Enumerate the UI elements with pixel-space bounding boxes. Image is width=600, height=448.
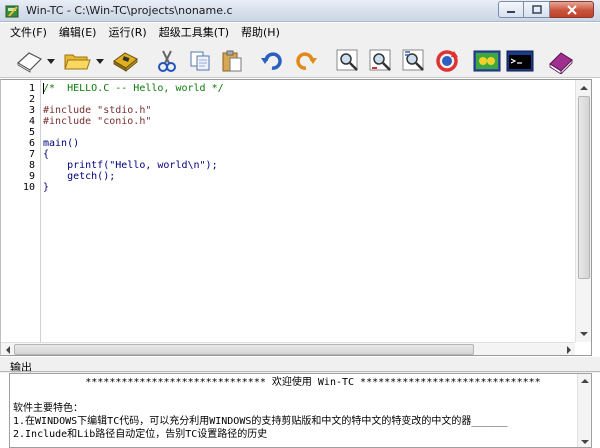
line-number: 3 [28, 105, 35, 116]
output-line: 2.Include和Lib路径自动定位，告别TC设置路径的历史 [13, 429, 268, 440]
open-file-button[interactable] [62, 46, 92, 76]
scroll-up-button[interactable] [578, 82, 590, 94]
window-controls [498, 1, 594, 19]
menu-run[interactable]: 运行(R) [102, 24, 152, 42]
chevron-down-icon [580, 332, 588, 336]
app-icon [5, 5, 19, 18]
title-bar: Win-TC - C:\Win-TC\projects\noname.c [0, 0, 600, 22]
line-number: 4 [28, 116, 35, 127]
chevron-up-icon [581, 379, 589, 383]
line-number: 5 [28, 127, 35, 138]
line-number: 10 [22, 182, 35, 193]
new-file-button[interactable] [14, 46, 44, 76]
output-vertical-scrollbar[interactable] [577, 374, 591, 447]
scroll-down-button[interactable] [578, 328, 590, 340]
console-icon [506, 50, 534, 72]
find-next-button[interactable] [366, 46, 396, 76]
open-folder-icon [64, 54, 91, 70]
copy-icon [190, 51, 210, 71]
run-button[interactable] [505, 46, 535, 76]
magnifier-next-icon [369, 49, 391, 71]
menu-file[interactable]: 文件(F) [4, 24, 53, 42]
line-number-gutter: 1 2 3 4 5 6 7 8 9 10 [1, 80, 41, 343]
output-line: ****************************** 欢迎使用 Win-… [13, 377, 541, 388]
help-button[interactable] [546, 46, 576, 76]
refresh-icon [436, 50, 458, 72]
line-number: 2 [28, 94, 35, 105]
magnifier-icon [336, 49, 358, 71]
menu-edit[interactable]: 编辑(E) [53, 24, 103, 42]
minimize-icon [507, 10, 515, 13]
close-button[interactable] [550, 1, 594, 18]
scroll-right-button[interactable] [563, 344, 574, 355]
chevron-down-icon [581, 440, 589, 444]
redo-icon [296, 52, 317, 70]
code-line[interactable]: printf("Hello, world\n"); [43, 160, 218, 171]
close-icon [566, 4, 577, 15]
line-number: 8 [28, 160, 35, 171]
menu-tools[interactable]: 超级工具集(T) [153, 24, 235, 42]
scroll-left-button[interactable] [2, 344, 13, 355]
cut-button[interactable] [152, 46, 182, 76]
chevron-left-icon [5, 345, 10, 354]
output-scroll-down-button[interactable] [579, 437, 591, 447]
line-number: 1 [28, 83, 35, 94]
output-line: 1.在WINDOWS下编辑TC代码，可以充分利用WINDOWS的支持剪贴版和中文… [13, 416, 508, 427]
panel-splitter[interactable] [0, 371, 600, 372]
paste-button[interactable] [217, 46, 247, 76]
copy-button[interactable] [185, 46, 215, 76]
compile-button[interactable] [472, 46, 502, 76]
code-line[interactable]: } [43, 182, 49, 193]
replace-button[interactable] [399, 46, 429, 76]
code-line[interactable]: main() [43, 138, 79, 149]
line-number: 6 [28, 138, 35, 149]
window-title: Win-TC - C:\Win-TC\projects\noname.c [26, 4, 233, 17]
vertical-scroll-thumb[interactable] [578, 96, 590, 279]
save-file-button[interactable] [110, 46, 140, 76]
maximize-icon [531, 5, 542, 14]
undo-icon [261, 52, 282, 70]
text-cursor [43, 83, 44, 94]
output-panel-header: 输出 [0, 357, 600, 374]
code-line[interactable]: getch(); [43, 171, 115, 182]
new-document-icon [16, 52, 43, 73]
chevron-right-icon [566, 345, 571, 354]
output-line: 软件主要特色： [13, 403, 83, 414]
menu-bar: 文件(F) 编辑(E) 运行(R) 超级工具集(T) 帮助(H) [0, 23, 600, 43]
output-scroll-up-button[interactable] [579, 376, 591, 386]
editor-horizontal-scrollbar[interactable] [1, 342, 575, 355]
save-icon [113, 52, 138, 72]
redo-button[interactable] [291, 46, 321, 76]
code-line[interactable]: #include "conio.h" [43, 116, 151, 127]
minimize-button[interactable] [498, 1, 524, 18]
magnifier-replace-icon [402, 49, 424, 71]
help-book-icon [549, 52, 573, 74]
editor-vertical-scrollbar[interactable] [575, 80, 591, 342]
code-editor[interactable]: 1 2 3 4 5 6 7 8 9 10 /* HELLO.C -- Hello… [0, 79, 592, 356]
code-line[interactable]: #include "stdio.h" [43, 105, 151, 116]
code-line[interactable]: /* HELLO.C -- Hello, world */ [43, 83, 224, 94]
output-panel[interactable]: ****************************** 欢迎使用 Win-… [9, 373, 592, 448]
open-dropdown-chevron-down-icon[interactable] [96, 57, 104, 65]
find-button[interactable] [333, 46, 363, 76]
scissors-icon [158, 50, 176, 72]
horizontal-scroll-thumb[interactable] [14, 344, 474, 355]
new-dropdown-chevron-down-icon[interactable] [47, 57, 55, 65]
chevron-up-icon [580, 86, 588, 90]
toolbar [0, 43, 600, 78]
maximize-button[interactable] [524, 1, 550, 18]
code-line[interactable]: { [43, 149, 49, 160]
line-number: 9 [28, 171, 35, 182]
undo-button[interactable] [257, 46, 287, 76]
compile-icon [473, 50, 501, 72]
menu-help[interactable]: 帮助(H) [235, 24, 286, 42]
paste-icon [222, 50, 242, 72]
refresh-button[interactable] [432, 46, 462, 76]
line-number: 7 [28, 149, 35, 160]
